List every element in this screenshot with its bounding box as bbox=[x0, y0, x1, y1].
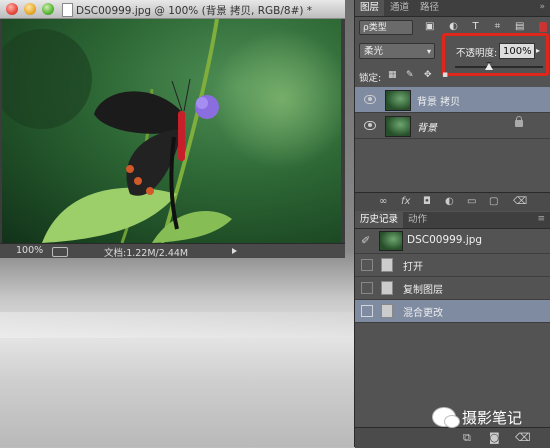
layer-name: 背景 拷贝 bbox=[417, 97, 461, 108]
link-layers-icon[interactable]: ∞ bbox=[379, 196, 387, 207]
history-menu-icon[interactable]: ≡ bbox=[537, 214, 545, 224]
layers-footer: ∞ fx ◘ ◐ ▭ ▢ ⌫ bbox=[355, 192, 550, 211]
history-footer: ⧉ ◙ ⌫ bbox=[355, 427, 550, 448]
document-icon bbox=[381, 258, 393, 272]
document-icon bbox=[381, 281, 393, 295]
tab-actions[interactable]: 动作 bbox=[403, 212, 432, 228]
smart-object-filter-icon[interactable]: ▤ bbox=[515, 22, 524, 32]
history-source-checkbox[interactable] bbox=[361, 259, 373, 271]
history-panel-tabs: 历史记录 动作 ≡ bbox=[355, 212, 550, 229]
lock-all-icon[interactable]: ▪ bbox=[442, 71, 451, 80]
layer-thumbnail bbox=[385, 116, 411, 137]
adjustment-layer-icon[interactable]: ◐ bbox=[445, 196, 454, 207]
history-snapshot[interactable]: ✐ DSC00999.jpg bbox=[355, 229, 550, 254]
type-filter-icon[interactable]: T bbox=[471, 22, 480, 32]
history-source-checkbox[interactable] bbox=[361, 282, 373, 294]
new-document-from-state-icon[interactable]: ⧉ bbox=[463, 431, 471, 445]
document-titlebar: DSC00999.jpg @ 100% (背景 拷贝, RGB/8#) * bbox=[0, 0, 345, 19]
history-step[interactable]: 复制图层 bbox=[355, 277, 550, 300]
adjustment-filter-icon[interactable]: ◐ bbox=[449, 22, 458, 32]
visibility-eye-icon[interactable] bbox=[364, 121, 376, 130]
lock-position-icon[interactable]: ✥ bbox=[424, 71, 433, 80]
history-step-label: 复制图层 bbox=[403, 285, 443, 296]
history-step[interactable]: 打开 bbox=[355, 254, 550, 277]
status-menu-arrow-icon[interactable] bbox=[232, 248, 237, 254]
history-source-checkbox[interactable] bbox=[361, 305, 373, 317]
document-icon bbox=[62, 3, 73, 17]
wechat-logo-icon bbox=[432, 407, 460, 428]
tab-history[interactable]: 历史记录 bbox=[355, 212, 404, 228]
blend-mode-select[interactable]: 柔光 ▾ bbox=[359, 43, 435, 59]
minimize-window-button[interactable] bbox=[24, 3, 36, 15]
layer-thumbnail bbox=[385, 90, 411, 111]
shape-filter-icon[interactable]: ⌗ bbox=[493, 22, 502, 32]
tab-channels[interactable]: 通道 bbox=[385, 0, 414, 16]
filter-toggle[interactable] bbox=[539, 22, 547, 32]
snapshot-thumbnail bbox=[379, 231, 403, 251]
group-folder-icon[interactable]: ▭ bbox=[467, 196, 476, 207]
panels-dock: 图层 通道 路径 » ρ类型 ▣ ◐ T ⌗ ▤ 柔光 ▾ 不透明度: 100% … bbox=[354, 0, 550, 448]
document-size: 文档:1.22M/2.44M bbox=[104, 248, 189, 259]
layer-style-icon[interactable]: fx bbox=[401, 196, 410, 207]
snapshot-name: DSC00999.jpg bbox=[407, 234, 483, 246]
tab-paths[interactable]: 路径 bbox=[415, 0, 444, 16]
pixel-filter-icon[interactable]: ▣ bbox=[425, 22, 434, 32]
document-window: DSC00999.jpg @ 100% (背景 拷贝, RGB/8#) * 10… bbox=[0, 0, 345, 259]
lock-pixels-icon[interactable]: ✎ bbox=[406, 71, 415, 80]
document-title: DSC00999.jpg @ 100% (背景 拷贝, RGB/8#) * bbox=[76, 5, 313, 17]
camera-icon[interactable]: ◙ bbox=[489, 431, 500, 444]
tab-layers[interactable]: 图层 bbox=[355, 0, 385, 16]
panel-collapse-icon[interactable]: » bbox=[539, 2, 545, 12]
layer-lock-icon bbox=[515, 116, 523, 127]
chevron-down-icon: ▾ bbox=[426, 47, 431, 56]
visibility-eye-icon[interactable] bbox=[364, 95, 376, 104]
watermark: 摄影笔记 bbox=[430, 405, 550, 429]
lock-label: 锁定: bbox=[359, 73, 382, 84]
image-canvas[interactable] bbox=[2, 19, 341, 243]
add-mask-icon[interactable]: ◘ bbox=[423, 196, 431, 207]
view-extras-icon[interactable] bbox=[52, 247, 68, 257]
layer-row[interactable]: 背景 拷贝 bbox=[355, 87, 550, 113]
layer-row[interactable]: 背景 bbox=[355, 113, 550, 139]
layer-kind-filter[interactable]: ρ类型 bbox=[359, 20, 413, 35]
butterfly-photo bbox=[2, 19, 341, 243]
highlight-annotation-box bbox=[442, 33, 549, 76]
history-step-label: 混合更改 bbox=[403, 308, 443, 319]
new-layer-icon[interactable]: ▢ bbox=[489, 196, 498, 207]
delete-state-icon[interactable]: ⌫ bbox=[515, 431, 531, 444]
layer-name: 背景 bbox=[417, 123, 437, 134]
document-icon bbox=[381, 304, 393, 318]
layers-list: 背景 拷贝 背景 bbox=[355, 87, 550, 139]
watermark-text: 摄影笔记 bbox=[462, 409, 523, 427]
zoom-level[interactable]: 100% bbox=[16, 245, 43, 256]
blend-mode-value: 柔光 bbox=[364, 46, 384, 57]
history-step-label: 打开 bbox=[403, 262, 423, 273]
layers-panel-tabs: 图层 通道 路径 » bbox=[355, 0, 550, 17]
history-step[interactable]: 混合更改 bbox=[355, 300, 550, 323]
document-statusbar: 100% 文档:1.22M/2.44M bbox=[0, 243, 345, 259]
delete-layer-icon[interactable]: ⌫ bbox=[513, 196, 527, 207]
lock-transparency-icon[interactable]: ▦ bbox=[388, 71, 397, 80]
lock-row: 锁定: ▦ ✎ ✥ ▪ bbox=[355, 66, 455, 85]
close-window-button[interactable] bbox=[6, 3, 18, 15]
history-brush-icon[interactable]: ✐ bbox=[361, 235, 373, 247]
zoom-window-button[interactable] bbox=[42, 3, 54, 15]
